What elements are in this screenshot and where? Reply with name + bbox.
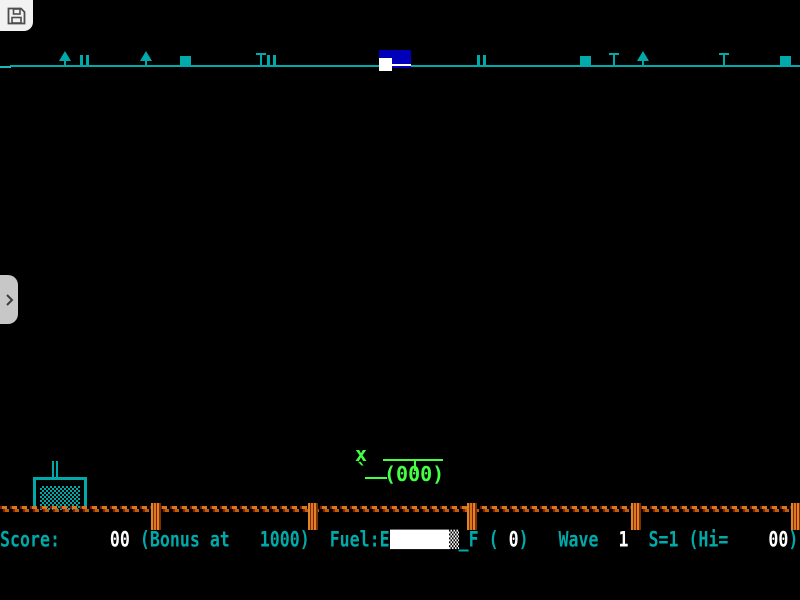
helicopter-main-rotor xyxy=(383,459,443,461)
status-segment: Score: xyxy=(0,527,60,552)
ground-line-bottom xyxy=(0,509,800,512)
depot-chimney xyxy=(52,461,54,477)
bunker-pad xyxy=(379,58,392,71)
status-segment: 0 xyxy=(509,527,519,552)
fuel-gauge-dither xyxy=(449,530,459,550)
fence-post xyxy=(151,503,161,530)
fence-post xyxy=(467,503,477,530)
fuel-gauge xyxy=(390,530,459,550)
bunker-building xyxy=(379,50,411,71)
helicopter-body: (000) xyxy=(384,464,444,484)
expand-sidebar-button[interactable] xyxy=(0,275,18,324)
fence-post xyxy=(791,503,800,530)
status-segment: 00 xyxy=(768,527,788,552)
status-segment: ) Wave xyxy=(519,527,619,552)
status-segment xyxy=(60,527,110,552)
tree-shape xyxy=(140,51,152,61)
pillars-shape xyxy=(483,55,486,66)
pillars-shape xyxy=(273,55,276,66)
skyline-ground-line-end xyxy=(0,66,11,68)
status-segment: (Bonus at 1000) Fuel:E xyxy=(130,527,390,552)
block-shape xyxy=(180,56,191,67)
pillars-shape xyxy=(86,55,89,66)
status-segment: S=1 (Hi= xyxy=(629,527,769,552)
antenna-shape xyxy=(260,53,262,66)
fuel-gauge-fill xyxy=(390,530,449,550)
save-button[interactable] xyxy=(0,0,33,31)
pillars-shape xyxy=(477,55,480,66)
status-segment: 1 xyxy=(619,527,629,552)
block-shape xyxy=(780,56,791,67)
floppy-disk-icon xyxy=(7,7,26,25)
status-segment: ) xyxy=(788,527,798,552)
pillars-shape xyxy=(267,55,270,66)
fence-post xyxy=(631,503,641,530)
antenna-shape xyxy=(613,53,615,66)
status-segment: _F ( xyxy=(459,527,509,552)
depot-chimney xyxy=(56,461,58,477)
antenna-shape xyxy=(723,53,725,66)
bunker-strip xyxy=(392,64,411,66)
game-screen: x ` (000) Score: 00 (Bonus at 1000) Fuel… xyxy=(0,0,800,600)
tree-shape xyxy=(642,61,644,65)
tree-shape xyxy=(64,61,66,65)
status-segment: 00 xyxy=(110,527,130,552)
tree-shape xyxy=(59,51,71,61)
chevron-right-icon xyxy=(5,293,14,307)
block-shape xyxy=(580,56,591,67)
status-bar: Score: 00 (Bonus at 1000) Fuel:E _F ( 0) … xyxy=(0,527,798,552)
tree-shape xyxy=(145,61,147,65)
pillars-shape xyxy=(80,55,83,66)
tree-shape xyxy=(637,51,649,61)
fence-post xyxy=(308,503,318,530)
